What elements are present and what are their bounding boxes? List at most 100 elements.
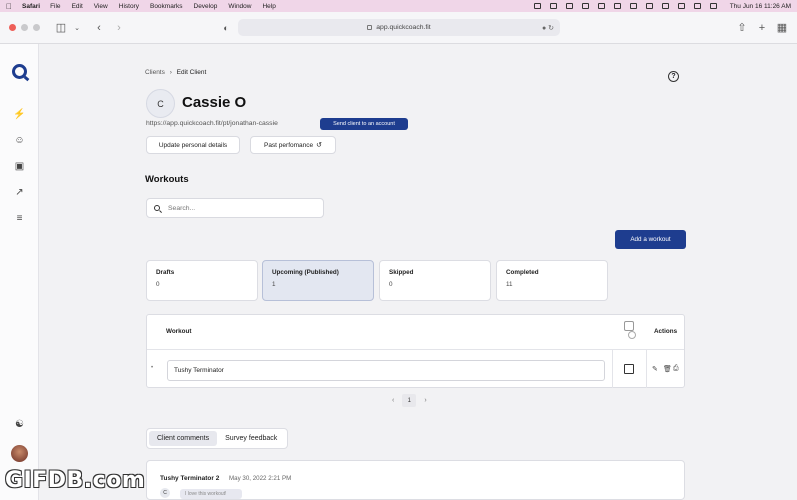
search-icon[interactable] bbox=[693, 3, 701, 9]
stat-value: 1 bbox=[272, 281, 276, 288]
breadcrumb-separator: › bbox=[169, 69, 172, 76]
workout-name-input[interactable]: Tushy Terminator bbox=[167, 360, 605, 381]
select-all-icon[interactable] bbox=[628, 331, 636, 339]
close-window-button[interactable] bbox=[9, 24, 16, 31]
menu-window[interactable]: Window bbox=[228, 3, 251, 10]
menu-help[interactable]: Help bbox=[262, 3, 275, 10]
window-controls bbox=[9, 24, 40, 31]
comment-workout[interactable]: Tushy Terminator 2 bbox=[160, 475, 219, 482]
status-app-icon[interactable] bbox=[645, 3, 653, 9]
apple-icon[interactable]:  bbox=[6, 2, 12, 11]
comment-date: May 30, 2022 2:21 PM bbox=[229, 475, 292, 482]
workouts-table: Workout Actions • Tushy Terminator ✎ 🗑 ⎙ bbox=[146, 314, 685, 388]
drag-handle-icon[interactable]: • bbox=[151, 365, 153, 371]
row-checkbox[interactable] bbox=[624, 364, 634, 374]
client-name: Cassie O bbox=[182, 94, 247, 111]
user-avatar[interactable] bbox=[11, 445, 28, 462]
search-input[interactable] bbox=[168, 204, 308, 212]
status-app-icon[interactable] bbox=[549, 3, 557, 9]
address-bar[interactable]: app.quickcoach.fit ● ↻ bbox=[238, 19, 560, 36]
share-icon[interactable]: ⇧ bbox=[735, 21, 749, 35]
quickcoach-logo[interactable] bbox=[12, 64, 27, 79]
zoom-window-button[interactable] bbox=[33, 24, 40, 31]
menu-view[interactable]: View bbox=[94, 3, 108, 10]
menu-app-name[interactable]: Safari bbox=[22, 3, 40, 10]
gifdb-watermark: GIFDB.com bbox=[5, 468, 146, 493]
url-text: app.quickcoach.fit bbox=[376, 24, 431, 31]
menu-develop[interactable]: Develop bbox=[194, 3, 218, 10]
client-url[interactable]: https://app.quickcoach.fit/pt/jonathan-c… bbox=[146, 120, 278, 127]
dumbbell-icon[interactable]: ▣ bbox=[13, 160, 26, 173]
stat-skipped[interactable]: Skipped 0 bbox=[379, 260, 491, 301]
column-header-actions: Actions bbox=[654, 328, 678, 335]
status-app-icon[interactable] bbox=[565, 3, 573, 9]
tab-overview-icon[interactable]: ▦ bbox=[775, 21, 789, 35]
print-icon[interactable]: ⎙ bbox=[673, 365, 679, 373]
prev-page-icon[interactable]: ‹ bbox=[392, 397, 394, 404]
stat-completed[interactable]: Completed 11 bbox=[496, 260, 608, 301]
next-page-icon[interactable]: › bbox=[424, 397, 426, 404]
breadcrumb-clients-link[interactable]: Clients bbox=[145, 69, 165, 76]
update-details-button[interactable]: Update personal details bbox=[146, 136, 240, 154]
past-performance-label: Past perfomance bbox=[263, 141, 314, 149]
new-tab-icon[interactable]: + bbox=[755, 21, 769, 35]
wifi-icon[interactable] bbox=[677, 3, 685, 9]
help-icon[interactable]: ? bbox=[668, 71, 679, 82]
stat-upcoming[interactable]: Upcoming (Published) 1 bbox=[262, 260, 374, 301]
column-divider bbox=[646, 350, 647, 388]
stat-drafts[interactable]: Drafts 0 bbox=[146, 260, 258, 301]
browser-toolbar: ◫ ⌄ ‹ › ◐ app.quickcoach.fit ● ↻ ⇧ + ▦ bbox=[0, 12, 797, 44]
list-icon[interactable]: ≡ bbox=[13, 212, 26, 225]
workout-search[interactable] bbox=[146, 198, 324, 218]
status-app-icon[interactable] bbox=[613, 3, 621, 9]
breadcrumb-current: Edit Client bbox=[176, 69, 207, 76]
past-performance-button[interactable]: Past perfomance ↺ bbox=[250, 136, 336, 154]
privacy-shield-icon[interactable]: ◐ bbox=[219, 21, 233, 35]
add-workout-button[interactable]: Add a workout bbox=[615, 230, 686, 249]
minimize-window-button[interactable] bbox=[21, 24, 28, 31]
menu-edit[interactable]: Edit bbox=[72, 3, 83, 10]
tab-client-comments[interactable]: Client comments bbox=[149, 431, 218, 446]
breadcrumb: Clients › Edit Client bbox=[145, 69, 206, 76]
feedback-tabs: Client comments Survey feedback bbox=[146, 428, 289, 449]
copy-icon[interactable] bbox=[624, 321, 634, 331]
trash-icon[interactable]: 🗑 bbox=[663, 365, 672, 373]
chevron-down-icon[interactable]: ⌄ bbox=[70, 21, 84, 35]
lightning-icon[interactable]: ⚡ bbox=[13, 108, 26, 121]
page-number[interactable]: 1 bbox=[402, 394, 417, 407]
forward-icon[interactable]: › bbox=[112, 21, 126, 35]
back-icon[interactable]: ‹ bbox=[92, 21, 106, 35]
search-icon bbox=[154, 205, 160, 211]
send-client-button[interactable]: Send client to an account bbox=[320, 118, 408, 130]
user-icon[interactable]: ☺ bbox=[13, 134, 26, 147]
status-app-icon[interactable] bbox=[533, 3, 541, 9]
control-center-icon[interactable] bbox=[709, 3, 717, 9]
external-link-icon[interactable]: ↗ bbox=[13, 186, 26, 199]
stat-label: Completed bbox=[506, 269, 539, 276]
stat-label: Skipped bbox=[389, 269, 414, 276]
comment-bubble: I love this workout! bbox=[180, 489, 242, 499]
menu-file[interactable]: File bbox=[50, 3, 60, 10]
stat-label: Drafts bbox=[156, 269, 175, 276]
status-icons: Thu Jun 16 11:26 AM bbox=[533, 3, 791, 10]
share-nodes-icon[interactable]: ☯ bbox=[13, 418, 26, 431]
edit-icon[interactable]: ✎ bbox=[652, 365, 658, 373]
workouts-title: Workouts bbox=[145, 174, 189, 185]
status-app-icon[interactable] bbox=[581, 3, 589, 9]
stat-value: 11 bbox=[506, 281, 513, 288]
menu-history[interactable]: History bbox=[119, 3, 139, 10]
update-details-label: Update personal details bbox=[158, 141, 228, 149]
comment-avatar: C bbox=[160, 488, 170, 498]
stat-label: Upcoming (Published) bbox=[272, 269, 339, 276]
reload-icon[interactable]: ● ↻ bbox=[542, 24, 554, 32]
menubar-clock[interactable]: Thu Jun 16 11:26 AM bbox=[730, 3, 791, 10]
battery-icon[interactable] bbox=[661, 3, 669, 9]
menu-bookmarks[interactable]: Bookmarks bbox=[150, 3, 183, 10]
column-header-workout: Workout bbox=[166, 328, 192, 335]
sidebar-toggle-icon[interactable]: ◫ bbox=[54, 21, 68, 35]
comment-card: Tushy Terminator 2 May 30, 2022 2:21 PM … bbox=[146, 460, 685, 500]
mac-menubar:  Safari File Edit View History Bookmark… bbox=[0, 0, 797, 12]
status-app-icon[interactable] bbox=[629, 3, 637, 9]
status-app-icon[interactable] bbox=[597, 3, 605, 9]
tab-survey-feedback[interactable]: Survey feedback bbox=[217, 431, 285, 446]
